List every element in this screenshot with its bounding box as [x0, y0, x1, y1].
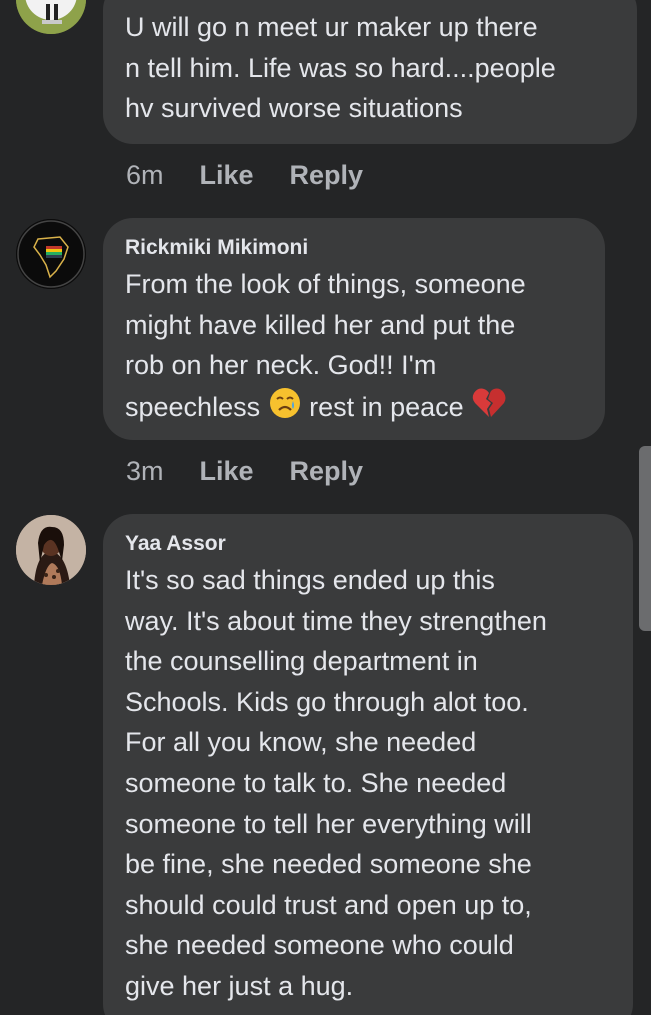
- crying-face-icon: [268, 386, 302, 432]
- comment-text-mid: rest in peace: [301, 391, 472, 422]
- avatar[interactable]: [16, 515, 86, 585]
- avatar-image: [16, 0, 86, 34]
- comment-time: 3m: [126, 456, 164, 486]
- avatar-image: [16, 515, 86, 585]
- comment-actions: 6m Like Reply: [126, 160, 363, 191]
- avatar[interactable]: [16, 219, 86, 289]
- broken-heart-icon: [471, 386, 507, 432]
- comment-bubble: Rickmiki Mikimoni From the look of thing…: [103, 218, 605, 440]
- comment-text: From the look of things, someone might h…: [125, 264, 605, 431]
- comment-actions: 3m Like Reply: [126, 456, 363, 487]
- comment-author[interactable]: Yaa Assor: [125, 531, 633, 557]
- comment-text: U will go n meet ur maker up there n tel…: [125, 12, 556, 124]
- reply-button[interactable]: Reply: [290, 160, 364, 191]
- comment-bubble: Yaa Assor It's so sad things ended up th…: [103, 514, 633, 1015]
- like-button[interactable]: Like: [200, 456, 254, 487]
- reply-button[interactable]: Reply: [290, 456, 364, 487]
- comment-bubble: U will go n meet ur maker up there n tel…: [103, 0, 637, 144]
- scrollbar[interactable]: [639, 446, 651, 631]
- comment-text: It's so sad things ended up this way. It…: [125, 565, 547, 1001]
- like-button[interactable]: Like: [200, 160, 254, 191]
- comment-time: 6m: [126, 160, 164, 190]
- avatar-image: [16, 219, 86, 289]
- comment-author[interactable]: Rickmiki Mikimoni: [125, 235, 605, 261]
- avatar[interactable]: [16, 0, 86, 34]
